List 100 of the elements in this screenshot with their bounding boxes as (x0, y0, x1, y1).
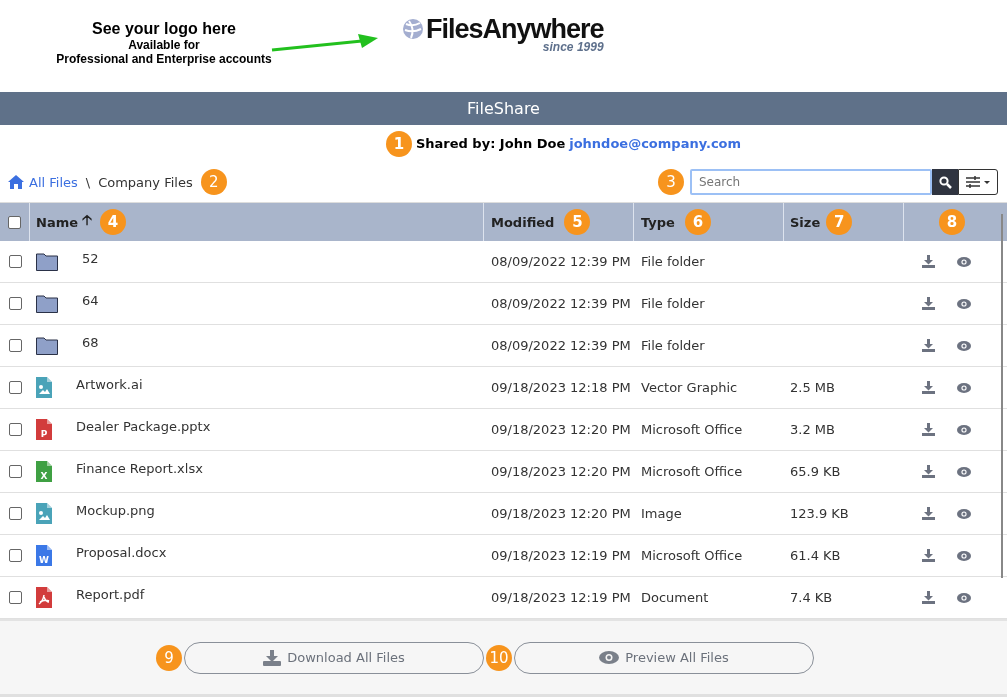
folder-icon (36, 336, 58, 355)
file-size: 2.5 MB (790, 380, 835, 396)
file-size: 123.9 KB (790, 506, 849, 522)
file-size: 3.2 MB (790, 422, 835, 438)
breadcrumb-current: Company Files (98, 174, 193, 190)
modified-date: 09/18/2023 12:18 PM (491, 380, 631, 396)
file-name[interactable]: Finance Report.xlsx (76, 461, 203, 477)
callout-number: 9 (156, 644, 182, 671)
modified-date: 08/09/2022 12:39 PM (491, 338, 631, 354)
image-file-icon (36, 503, 52, 525)
globe-icon (402, 18, 424, 40)
download-icon[interactable] (922, 507, 935, 521)
download-icon[interactable] (922, 255, 935, 269)
search-button[interactable] (932, 169, 958, 196)
download-icon[interactable] (922, 381, 935, 395)
search-icon (938, 175, 952, 189)
modified-date: 09/18/2023 12:20 PM (491, 464, 631, 480)
document-file-icon: P (36, 419, 52, 441)
pdf-file-icon (36, 587, 52, 609)
sliders-icon (966, 176, 990, 189)
file-name[interactable]: Proposal.docx (76, 545, 167, 561)
file-type: Microsoft Office (641, 422, 743, 438)
sort-arrow-icon[interactable]: 🡡 (82, 210, 92, 235)
folder-icon (36, 294, 58, 313)
scrollbar[interactable] (1001, 214, 1003, 579)
eye-icon[interactable] (957, 382, 971, 393)
column-header[interactable]: Name (36, 214, 78, 230)
callout-number: 2 (200, 169, 227, 196)
image-file-icon (36, 377, 52, 399)
search-field[interactable]: Search (690, 169, 932, 196)
row-checkbox[interactable] (8, 465, 22, 479)
page-title: FileShare (467, 98, 540, 118)
column-header[interactable]: Modified (491, 214, 555, 230)
modified-date: 09/18/2023 12:20 PM (491, 506, 631, 522)
file-name[interactable]: 52 (82, 251, 99, 267)
eye-icon[interactable] (957, 592, 971, 603)
file-name[interactable]: Dealer Package.pptx (76, 419, 211, 435)
column-header[interactable]: Size (790, 214, 821, 230)
modified-date: 09/18/2023 12:20 PM (491, 422, 631, 438)
file-name[interactable]: Report.pdf (76, 587, 145, 603)
row-checkbox[interactable] (8, 591, 22, 605)
arrow-icon (270, 34, 380, 54)
callout-number: 1 (385, 130, 412, 157)
shared-by-text: Shared by: John Doe (415, 136, 566, 151)
download-icon[interactable] (922, 297, 935, 311)
download-icon[interactable] (922, 423, 935, 437)
eye-icon[interactable] (957, 424, 971, 435)
file-type: File folder (641, 338, 705, 354)
modified-date: 09/18/2023 12:19 PM (491, 548, 631, 564)
eye-icon[interactable] (957, 466, 971, 477)
eye-icon[interactable] (957, 256, 971, 267)
promo-text: Available for (127, 38, 201, 52)
callout-number: 3 (658, 169, 684, 196)
row-checkbox[interactable] (8, 549, 22, 563)
eye-icon[interactable] (957, 550, 971, 561)
breadcrumb-separator: \ (85, 174, 91, 190)
promo-text: Professional and Enterprise accounts (55, 52, 273, 66)
filter-dropdown-button[interactable] (958, 169, 998, 196)
file-size: 65.9 KB (790, 464, 841, 480)
row-checkbox[interactable] (8, 255, 22, 269)
callout-number: 7 (826, 209, 853, 236)
file-size: 7.4 KB (790, 590, 833, 606)
row-checkbox[interactable] (8, 381, 22, 395)
file-type: Document (641, 590, 709, 606)
modified-date: 08/09/2022 12:39 PM (491, 296, 631, 312)
file-name[interactable]: Mockup.png (76, 503, 155, 519)
file-type: Image (641, 506, 682, 522)
file-type: Microsoft Office (641, 548, 743, 564)
row-checkbox[interactable] (8, 423, 22, 437)
file-type: File folder (641, 254, 705, 270)
row-checkbox[interactable] (8, 339, 22, 353)
modified-date: 09/18/2023 12:19 PM (491, 590, 631, 606)
row-checkbox[interactable] (8, 507, 22, 521)
home-icon (8, 175, 24, 190)
callout-number: 10 (486, 644, 512, 671)
download-icon[interactable] (922, 591, 935, 605)
file-name[interactable]: Artwork.ai (76, 377, 143, 393)
file-type: Microsoft Office (641, 464, 743, 480)
modified-date: 08/09/2022 12:39 PM (491, 254, 631, 270)
callout-number: 4 (100, 209, 126, 236)
download-icon[interactable] (922, 465, 935, 479)
folder-icon (36, 252, 58, 271)
download-icon[interactable] (922, 339, 935, 353)
document-file-icon: X (36, 461, 52, 483)
select-all-checkbox[interactable] (8, 215, 21, 229)
breadcrumb-link[interactable]: All Files (8, 174, 78, 190)
promo-headline: See your logo here (90, 20, 237, 38)
file-name[interactable]: 68 (82, 335, 99, 351)
file-name[interactable]: 64 (82, 293, 99, 309)
callout-number: 5 (564, 209, 591, 236)
file-type: File folder (641, 296, 705, 312)
row-checkbox[interactable] (8, 297, 22, 311)
download-icon (263, 649, 282, 666)
download-icon[interactable] (922, 549, 935, 563)
eye-icon[interactable] (957, 340, 971, 351)
column-header[interactable]: Type (641, 214, 675, 230)
email-link[interactable]: johndoe@company.com (569, 136, 742, 151)
eye-icon[interactable] (957, 298, 971, 309)
eye-icon[interactable] (957, 508, 971, 519)
document-file-icon: W (36, 545, 52, 567)
